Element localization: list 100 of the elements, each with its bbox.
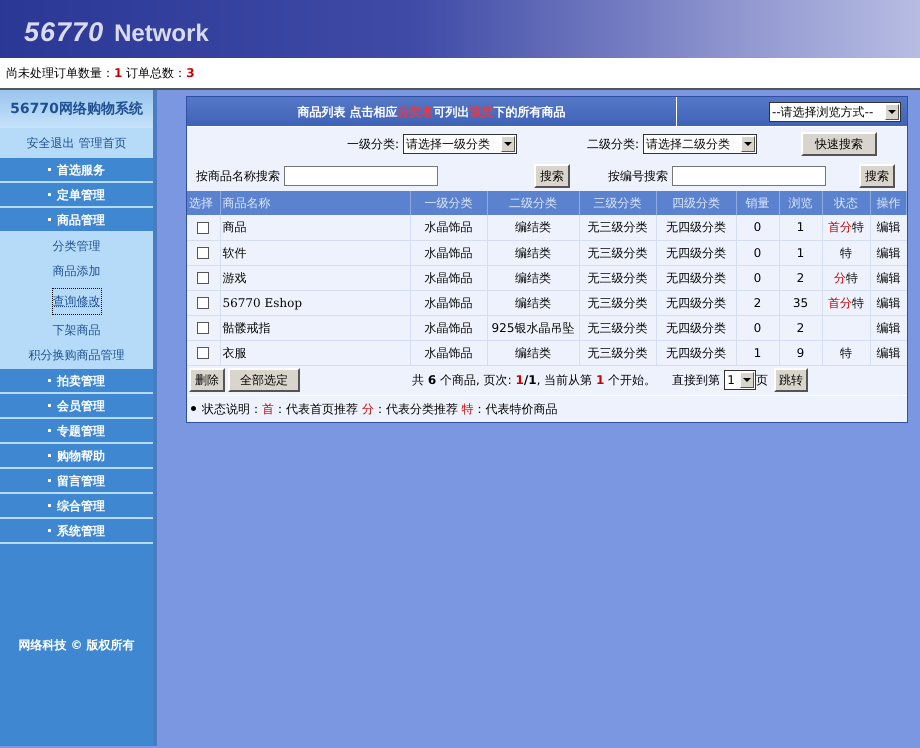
menu-item[interactable]: 商品管理 (0, 208, 153, 231)
checkbox[interactable] (197, 297, 210, 310)
table-cell: 0 (736, 265, 779, 290)
table-cell: 水晶饰品 (410, 215, 487, 240)
table-cell: 9 (779, 340, 822, 365)
menu-item[interactable]: 专题管理 (0, 419, 153, 442)
table-cell: 1 (779, 215, 822, 240)
delete-button[interactable]: 删除 (189, 368, 225, 392)
table-cell: 无三级分类 (579, 340, 656, 365)
table-cell: 水晶饰品 (410, 315, 487, 340)
table-cell: 0 (736, 215, 779, 240)
edit-link[interactable]: 编辑 (876, 320, 900, 334)
submenu-item[interactable]: 积分换购商品管理 (28, 343, 124, 368)
table-cell: 编结类 (487, 240, 579, 265)
logo-number: 56770 (24, 16, 104, 48)
pagination-text: 共 6 个商品, 页次: 1/1, 当前从第 1 个开始。 (412, 372, 656, 389)
search-button[interactable]: 搜索 (534, 164, 570, 188)
edit-link[interactable]: 编辑 (876, 270, 900, 284)
goto-button[interactable]: 跳转 (774, 368, 808, 392)
bullet-icon (48, 504, 51, 507)
field-label: 按商品名称搜索 (196, 168, 280, 185)
table-cell: 925银水晶吊坠 (487, 315, 579, 340)
menu-item[interactable]: 购物帮助 (0, 444, 153, 467)
bullet-icon (48, 168, 51, 171)
menu-item[interactable]: 会员管理 (0, 394, 153, 417)
table-cell: 水晶饰品 (410, 290, 487, 315)
table-cell: 编结类 (487, 215, 579, 240)
product-name-cell: 游戏 (220, 265, 410, 290)
panel-title: 商品列表 点击相应分类名可列出该类下的所有商品 (297, 104, 566, 120)
status-cell: 首分特 (828, 296, 864, 310)
column-header: 四级分类 (656, 191, 736, 215)
table-cell: 1 (779, 240, 822, 265)
sidebar-link[interactable]: 安全退出 (26, 134, 74, 152)
page-unit: 页 (756, 372, 768, 389)
column-header: 选择 (187, 191, 220, 215)
category-select[interactable]: 请选择一级分类 (403, 134, 517, 154)
select-all-button[interactable]: 全部选定 (228, 368, 300, 392)
menu-item[interactable]: 综合管理 (0, 494, 153, 517)
table-cell: 编结类 (487, 290, 579, 315)
edit-link[interactable]: 编辑 (876, 296, 900, 310)
table-cell: 无四级分类 (656, 265, 736, 290)
page-select[interactable]: 1 (724, 370, 756, 390)
search-button[interactable]: 搜索 (859, 164, 895, 188)
status-cell: 特 (840, 346, 852, 360)
menu-item[interactable]: 留言管理 (0, 469, 153, 492)
category-select[interactable]: 请选择二级分类 (643, 134, 757, 154)
status-legend: 状态说明：首：代表首页推荐 分：代表分类推荐 特：代表特价商品 (202, 400, 558, 418)
table-cell: 无三级分类 (579, 265, 656, 290)
bullet-icon (48, 218, 51, 221)
copyright-text: 网络科技 © 版权所有 (18, 637, 135, 654)
edit-link[interactable]: 编辑 (876, 220, 900, 234)
field-label: 二级分类: (586, 136, 639, 153)
edit-link[interactable]: 编辑 (876, 246, 900, 260)
checkbox[interactable] (197, 222, 210, 234)
table-cell: 无四级分类 (656, 240, 736, 265)
menu-item[interactable]: 首选服务 (0, 158, 153, 181)
name-search-field[interactable] (284, 166, 438, 186)
menu-item[interactable]: 系统管理 (0, 519, 153, 542)
table-cell: 1 (736, 340, 779, 365)
table-cell: 2 (779, 265, 822, 290)
code-search-field[interactable] (672, 166, 826, 186)
column-header: 二级分类 (487, 191, 579, 215)
sidebar-link[interactable]: 管理首页 (78, 134, 126, 152)
menu-item[interactable]: 定单管理 (0, 183, 153, 206)
bullet-icon (48, 193, 51, 196)
checkbox[interactable] (197, 347, 210, 360)
edit-link[interactable]: 编辑 (876, 346, 900, 360)
table-cell: 编结类 (487, 340, 579, 365)
field-label: 一级分类: (346, 136, 399, 153)
table-cell: 无三级分类 (579, 315, 656, 340)
checkbox[interactable] (197, 322, 210, 334)
bullet-icon (48, 479, 51, 482)
submenu-item[interactable]: 下架商品 (52, 318, 100, 343)
table-cell: 2 (736, 290, 779, 315)
checkbox[interactable] (197, 247, 210, 260)
system-title: 56770网络购物系统 (10, 100, 143, 118)
status-cell: 分特 (834, 270, 858, 284)
quick-search-button[interactable]: 快速搜索 (801, 132, 877, 156)
column-header: 一级分类 (410, 191, 487, 215)
checkbox[interactable] (197, 272, 210, 284)
submenu-item[interactable]: 分类管理 (52, 234, 100, 259)
table-cell: 无三级分类 (579, 290, 656, 315)
table-cell: 水晶饰品 (410, 340, 487, 365)
logo-word: Network (114, 19, 209, 49)
column-header: 操作 (870, 191, 906, 215)
order-summary: 尚未处理订单数量：1 订单总数：3 (6, 65, 195, 82)
bullet-icon (48, 429, 51, 432)
bullet-icon (48, 404, 51, 407)
browse-mode-select[interactable]: --请选择浏览方式-- (769, 102, 901, 122)
table-cell: 无三级分类 (579, 240, 656, 265)
table-cell: 0 (736, 315, 779, 340)
status-cell: 首分特 (828, 220, 864, 234)
table-cell: 无四级分类 (656, 215, 736, 240)
product-name-cell: 软件 (220, 240, 410, 265)
submenu-item[interactable]: 商品添加 (52, 259, 100, 284)
product-name-cell: 56770 Eshop (220, 290, 410, 315)
submenu-item[interactable]: 查询修改 (52, 288, 100, 314)
table-cell: 水晶饰品 (410, 265, 487, 290)
product-name-cell: 骷髅戒指 (220, 315, 410, 340)
menu-item[interactable]: 拍卖管理 (0, 369, 153, 392)
